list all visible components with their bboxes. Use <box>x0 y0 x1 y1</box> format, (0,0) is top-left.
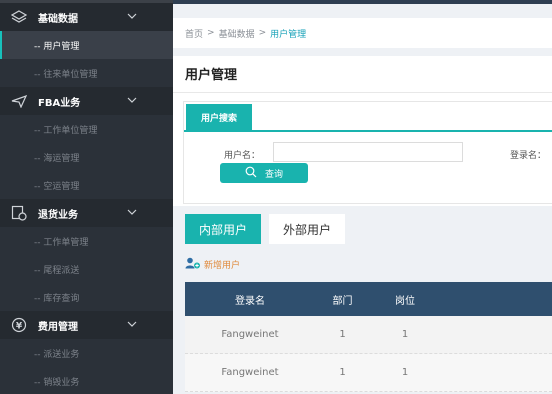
sidebar-group-label: 基础数据 <box>38 13 78 25</box>
query-button-label: 查询 <box>264 169 283 180</box>
add-user-link[interactable]: 新增用户 <box>185 257 240 272</box>
tab-external-users[interactable]: 外部用户 <box>269 214 346 244</box>
yen-icon: ¥ <box>10 316 28 334</box>
chevron-down-icon <box>127 319 137 330</box>
user-management-panel: 用户管理 用户搜索 用户名： 登录名： 查询 <box>173 56 552 206</box>
breadcrumb-basic-data[interactable]: 基础数据 <box>219 27 255 40</box>
column-header-department[interactable]: 部门 <box>315 292 370 307</box>
table-row[interactable]: Fangweinet 1 1 <box>185 354 552 392</box>
username-input[interactable] <box>273 142 463 162</box>
tab-user-search[interactable]: 用户搜索 <box>186 104 252 130</box>
user-type-tabs: 内部用户 外部用户 <box>185 214 346 244</box>
cell-position: 1 <box>401 367 409 378</box>
query-button[interactable]: 查询 <box>220 163 308 183</box>
main-content: 首页 > 基础数据 > 用户管理 用户管理 用户搜索 用户名： 登录名： 查询 … <box>173 0 552 394</box>
add-user-icon <box>185 257 201 272</box>
cell-department: 1 <box>339 367 346 378</box>
cell-login: Fangweinet <box>221 329 279 340</box>
add-user-label: 新增用户 <box>204 261 241 271</box>
sidebar-group-returns[interactable]: 退货业务 <box>0 199 173 227</box>
cell-position: 1 <box>401 329 409 340</box>
chevron-down-icon <box>127 11 137 22</box>
chevron-down-icon <box>127 95 137 106</box>
users-table: 登录名 部门 岗位 Fangweinet 1 1 Fangweinet 1 1 <box>185 282 552 392</box>
sidebar-group-fba[interactable]: FBA业务 <box>0 87 173 115</box>
page-title: 用户管理 <box>185 68 238 83</box>
sidebar-group-fees[interactable]: ¥ 费用管理 <box>0 311 173 339</box>
top-bar <box>173 0 552 4</box>
breadcrumb: 首页 > 基础数据 > 用户管理 <box>173 18 552 48</box>
cell-department: 1 <box>339 329 346 340</box>
login-name-label: 登录名： <box>510 151 547 161</box>
sidebar-group-label: 退货业务 <box>38 209 78 221</box>
search-icon <box>245 166 257 181</box>
breadcrumb-current: 用户管理 <box>270 29 307 40</box>
chevron-down-icon <box>127 207 137 218</box>
sidebar-group-label: 费用管理 <box>38 321 78 333</box>
plane-icon <box>10 92 28 110</box>
sidebar-group-basic-data[interactable]: 基础数据 <box>0 3 173 31</box>
sidebar-group-label: FBA业务 <box>38 97 81 109</box>
sidebar-item-user-management[interactable]: -- 用户管理 <box>0 31 173 59</box>
sidebar-item-partner-management[interactable]: -- 往来单位管理 <box>0 59 173 87</box>
divider <box>173 92 552 93</box>
cell-login: Fangweinet <box>221 367 279 378</box>
sidebar-item-last-mile[interactable]: -- 尾程派送 <box>0 255 173 283</box>
sidebar-item-inventory[interactable]: -- 库存查询 <box>0 283 173 311</box>
sidebar: 基础数据 -- 用户管理 -- 往来单位管理 FBA业务 -- 工作单位管理 -… <box>0 0 173 394</box>
column-header-position[interactable]: 岗位 <box>370 292 440 307</box>
layers-icon <box>10 8 28 26</box>
sidebar-item-work-unit[interactable]: -- 工作单位管理 <box>0 115 173 143</box>
sidebar-item-sea-freight[interactable]: -- 海运管理 <box>0 143 173 171</box>
column-header-login[interactable]: 登录名 <box>185 292 315 307</box>
search-box: 用户搜索 用户名： 登录名： 查询 <box>183 101 552 204</box>
sidebar-item-air-freight[interactable]: -- 空运管理 <box>0 171 173 199</box>
table-header: 登录名 部门 岗位 <box>185 282 552 316</box>
sidebar-item-destroy-business[interactable]: -- 销毁业务 <box>0 367 173 394</box>
svg-text:¥: ¥ <box>16 322 23 332</box>
breadcrumb-separator: > <box>207 28 215 38</box>
sidebar-item-work-order[interactable]: -- 工作单管理 <box>0 227 173 255</box>
username-label: 用户名： <box>224 151 261 161</box>
return-icon <box>10 204 28 222</box>
tab-internal-users[interactable]: 内部用户 <box>185 214 262 244</box>
table-row[interactable]: Fangweinet 1 1 <box>185 316 552 354</box>
sidebar-item-delivery-business[interactable]: -- 派送业务 <box>0 339 173 367</box>
breadcrumb-separator: > <box>258 28 267 38</box>
breadcrumb-home[interactable]: 首页 <box>185 27 203 40</box>
divider <box>184 130 552 132</box>
